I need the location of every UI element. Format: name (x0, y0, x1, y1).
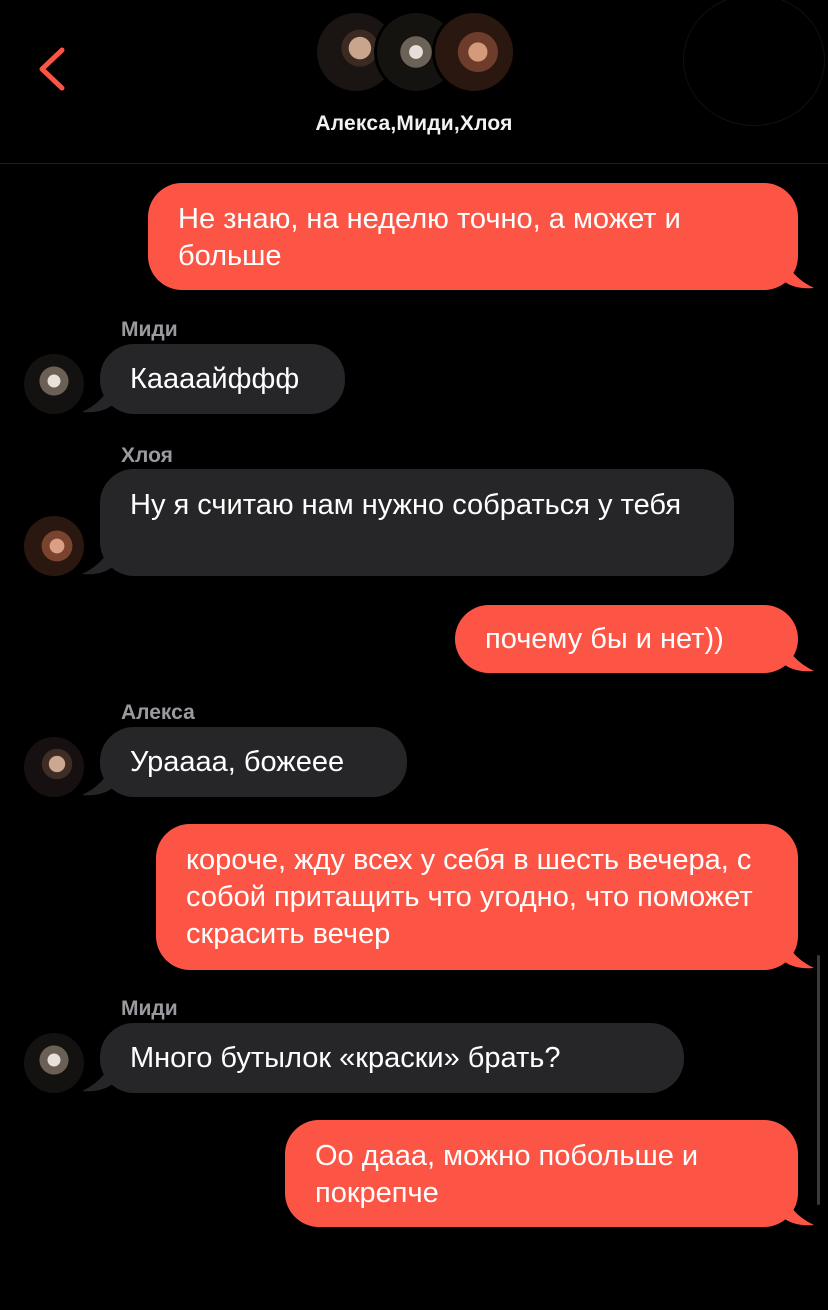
sender-name: Миди (121, 318, 178, 341)
message-text: Не знаю, на неделю точно, а может и боль… (178, 203, 681, 272)
bubble-tail (780, 248, 814, 289)
message-text: почему бы и нет)) (485, 623, 724, 655)
decorative-circle (683, 0, 825, 126)
avatar-aleksa[interactable] (24, 737, 84, 797)
outgoing-message[interactable]: Оо дааа, можно побольше и покрепче (285, 1120, 798, 1227)
bubble-tail (780, 631, 814, 672)
avatar-midi[interactable] (24, 354, 84, 414)
avatar-khloya[interactable] (24, 516, 84, 576)
incoming-message[interactable]: Каааайффф (100, 344, 345, 414)
incoming-message[interactable]: Ураааа, божеее (100, 727, 407, 797)
message-text: Оо дааа, можно побольше и покрепче (315, 1140, 699, 1209)
sender-name: Хлоя (121, 444, 173, 467)
avatar-midi[interactable] (24, 1033, 84, 1093)
sender-name: Миди (121, 997, 178, 1020)
outgoing-message[interactable]: Не знаю, на неделю точно, а может и боль… (148, 183, 798, 290)
message-text: Много бутылок «краски» брать? (130, 1042, 561, 1074)
sender-name: Алекса (121, 701, 195, 724)
message-text: короче, жду всех у себя в шесть вечера, … (186, 844, 753, 950)
message-text: Ну я считаю нам нужно собраться у тебя (130, 489, 682, 521)
message-text: Каааайффф (130, 363, 300, 395)
incoming-message[interactable]: Ну я считаю нам нужно собраться у тебя (100, 469, 734, 576)
outgoing-message[interactable]: почему бы и нет)) (455, 605, 798, 673)
avatar-khloya (432, 10, 516, 94)
bubble-tail (780, 1185, 814, 1226)
message-text: Ураааа, божеее (130, 746, 345, 778)
incoming-message[interactable]: Много бутылок «краски» брать? (100, 1023, 684, 1093)
chat-header: Алекса,Миди,Хлоя (0, 0, 828, 164)
chevron-left-icon (39, 47, 65, 91)
chat-title[interactable]: Алекса,Миди,Хлоя (0, 112, 828, 136)
group-avatars[interactable] (314, 10, 516, 98)
scrollbar[interactable] (817, 955, 820, 1205)
outgoing-message[interactable]: короче, жду всех у себя в шесть вечера, … (156, 824, 798, 970)
back-button[interactable] (30, 40, 80, 96)
bubble-tail (780, 928, 814, 969)
